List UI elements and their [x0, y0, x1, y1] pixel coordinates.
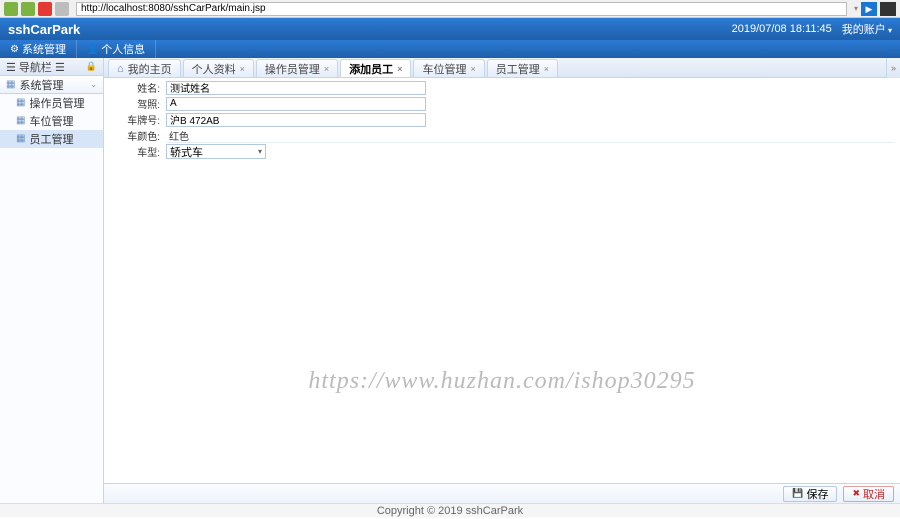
person-icon	[87, 43, 98, 55]
tab-profile[interactable]: 个人资料×	[183, 59, 254, 77]
account-menu[interactable]: 我的账户	[842, 21, 892, 37]
label-plate: 车牌号:	[110, 112, 166, 127]
home-icon	[117, 63, 124, 75]
header-timestamp: 2019/07/08 18:11:45	[732, 23, 832, 35]
text-color: 红色	[166, 128, 894, 143]
label-name: 姓名:	[110, 80, 166, 95]
gear-icon	[10, 43, 19, 55]
top-menu: 系统管理 个人信息	[0, 40, 900, 58]
content-area: 我的主页 个人资料× 操作员管理× 添加员工× 车位管理× 员工管理× » 姓名…	[104, 58, 900, 503]
tab-scroll-right-icon[interactable]: »	[886, 58, 900, 78]
save-button[interactable]: 保存	[783, 486, 837, 502]
lock-icon[interactable]: 🔒	[86, 61, 97, 72]
select-type[interactable]: 轿式车	[166, 144, 266, 159]
tab-home[interactable]: 我的主页	[108, 59, 181, 77]
tab-staff[interactable]: 员工管理×	[487, 59, 558, 77]
cancel-button[interactable]: 取消	[843, 486, 894, 502]
close-icon[interactable]: ×	[397, 64, 402, 74]
browser-toolbar: ▾ ▶	[0, 0, 900, 18]
browser-menu-button[interactable]	[880, 2, 896, 16]
sidebar-item-operators[interactable]: 操作员管理	[0, 94, 103, 112]
sidebar: ☰ 导航栏 ☰ 🔒 系统管理 ⌄ 操作员管理 车位管理 员工管理	[0, 58, 104, 503]
tab-add-staff[interactable]: 添加员工×	[340, 59, 411, 77]
label-color: 车颜色:	[110, 128, 166, 143]
browser-stop-button[interactable]	[38, 2, 52, 16]
close-icon[interactable]: ×	[240, 64, 245, 74]
form-area: 姓名: 驾照: 车牌号: 车颜色: 红色 车型: 轿式车 https://www…	[104, 78, 900, 483]
url-input[interactable]	[76, 2, 847, 16]
label-license: 驾照:	[110, 96, 166, 111]
nav-header: ☰ 导航栏 ☰ 🔒	[0, 58, 103, 76]
watermark: https://www.huzhan.com/ishop30295	[308, 368, 695, 395]
close-icon[interactable]: ×	[544, 64, 549, 74]
menu-profile[interactable]: 个人信息	[77, 40, 156, 58]
input-license[interactable]	[166, 97, 426, 111]
footer: Copyright © 2019 sshCarPark	[0, 503, 900, 517]
app-header: sshCarPark 2019/07/08 18:11:45 我的账户	[0, 18, 900, 40]
chevron-down-icon: ⌄	[90, 80, 97, 89]
browser-reload-button[interactable]	[55, 2, 69, 16]
label-type: 车型:	[110, 144, 166, 159]
tab-parking[interactable]: 车位管理×	[413, 59, 484, 77]
input-name[interactable]	[166, 81, 426, 95]
tab-strip: 我的主页 个人资料× 操作员管理× 添加员工× 车位管理× 员工管理× »	[104, 58, 900, 78]
sidebar-item-parking[interactable]: 车位管理	[0, 112, 103, 130]
close-icon[interactable]: ×	[324, 64, 329, 74]
browser-back-button[interactable]	[4, 2, 18, 16]
bottom-toolbar: 保存 取消	[104, 483, 900, 503]
copyright: Copyright © 2019 sshCarPark	[377, 505, 523, 517]
nav-group-system[interactable]: 系统管理 ⌄	[0, 76, 103, 94]
tab-operators[interactable]: 操作员管理×	[256, 59, 338, 77]
close-icon[interactable]: ×	[470, 64, 475, 74]
input-plate[interactable]	[166, 113, 426, 127]
app-title: sshCarPark	[8, 22, 80, 37]
go-button[interactable]: ▶	[861, 2, 877, 16]
url-dropdown-icon[interactable]: ▾	[854, 4, 858, 13]
menu-system[interactable]: 系统管理	[0, 40, 77, 58]
sidebar-item-staff[interactable]: 员工管理	[0, 130, 103, 148]
browser-forward-button[interactable]	[21, 2, 35, 16]
